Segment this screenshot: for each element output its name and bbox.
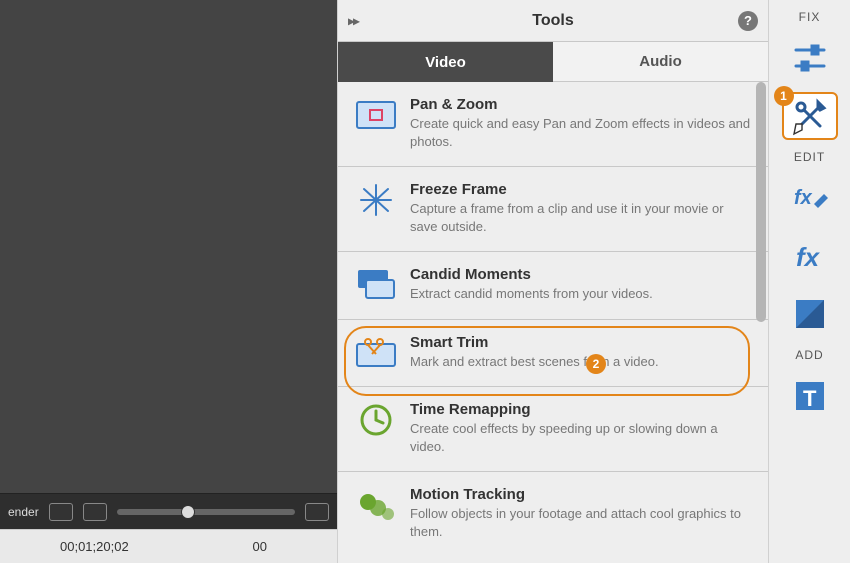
scrollbar[interactable] (756, 82, 766, 563)
rail-fx-button[interactable]: fx (782, 232, 838, 280)
rail-tools-button[interactable]: 1 (782, 92, 838, 140)
tool-title: Smart Trim (410, 334, 752, 351)
svg-text:T: T (803, 386, 817, 411)
rail-label-fix: FIX (799, 10, 821, 24)
rail-adjust-button[interactable] (782, 34, 838, 82)
callout-badge-2: 2 (586, 354, 606, 374)
tool-title: Time Remapping (410, 401, 752, 418)
timecode-end: 00 (253, 539, 267, 554)
tool-desc: Create cool effects by speeding up or sl… (410, 420, 752, 455)
video-preview[interactable] (0, 0, 337, 493)
tab-bar: Video Audio (338, 42, 768, 82)
tool-title: Pan & Zoom (410, 96, 752, 113)
tool-desc: Mark and extract best scenes from a vide… (410, 353, 752, 371)
transport-bar: ender (0, 493, 337, 529)
render-label: ender (8, 505, 39, 519)
rail-label-edit: EDIT (794, 150, 825, 164)
panel-header: ▸▸ Tools ? (338, 0, 768, 42)
tool-desc: Extract candid moments from your videos. (410, 285, 752, 303)
scissors-film-icon (356, 336, 396, 370)
help-icon[interactable]: ? (738, 11, 758, 31)
tool-title: Freeze Frame (410, 181, 752, 198)
preview-pane: ender 00;01;20;02 00 (0, 0, 337, 563)
tool-motion-tracking[interactable]: Motion Tracking Follow objects in your f… (338, 472, 768, 556)
rail-color-button[interactable] (782, 290, 838, 338)
callout-badge-1: 1 (774, 86, 794, 106)
right-rail: FIX 1 EDIT fx fx ADD T (769, 0, 850, 563)
panel-title: Tools (532, 12, 573, 30)
svg-text:fx: fx (796, 242, 821, 272)
pan-zoom-icon (356, 98, 396, 132)
transport-button-2[interactable] (83, 503, 107, 521)
transport-button-3[interactable] (305, 503, 329, 521)
tool-desc: Capture a frame from a clip and use it i… (410, 200, 752, 235)
tool-smart-trim[interactable]: Smart Trim Mark and extract best scenes … (338, 320, 768, 388)
tab-video[interactable]: Video (338, 42, 553, 82)
tool-freeze-frame[interactable]: Freeze Frame Capture a frame from a clip… (338, 167, 768, 252)
transport-button-1[interactable] (49, 503, 73, 521)
tool-time-remapping[interactable]: Time Remapping Create cool effects by sp… (338, 387, 768, 472)
clock-icon (356, 403, 396, 437)
tab-audio[interactable]: Audio (553, 42, 768, 82)
tool-candid-moments[interactable]: Candid Moments Extract candid moments fr… (338, 252, 768, 320)
tool-desc: Follow objects in your footage and attac… (410, 505, 752, 540)
playhead-track[interactable] (117, 509, 295, 515)
tool-pan-zoom[interactable]: Pan & Zoom Create quick and easy Pan and… (338, 82, 768, 167)
playhead-thumb[interactable] (181, 505, 195, 519)
rail-fx-edit-button[interactable]: fx (782, 174, 838, 222)
svg-text:fx: fx (794, 187, 813, 209)
tool-desc: Create quick and easy Pan and Zoom effec… (410, 115, 752, 150)
tracking-icon (356, 488, 396, 522)
snowflake-icon (356, 183, 396, 217)
collapse-icon[interactable]: ▸▸ (348, 12, 358, 29)
scrollbar-thumb[interactable] (756, 82, 766, 322)
timecode-bar: 00;01;20;02 00 (0, 529, 337, 563)
filmstrip-icon (356, 268, 396, 302)
tool-list: Pan & Zoom Create quick and easy Pan and… (338, 82, 768, 563)
tool-title: Candid Moments (410, 266, 752, 283)
rail-text-button[interactable]: T (782, 372, 838, 420)
timecode-current: 00;01;20;02 (60, 539, 129, 554)
rail-label-add: ADD (795, 348, 823, 362)
tools-panel: ▸▸ Tools ? Video Audio Pan & Zoom Create… (337, 0, 769, 563)
tool-title: Motion Tracking (410, 486, 752, 503)
